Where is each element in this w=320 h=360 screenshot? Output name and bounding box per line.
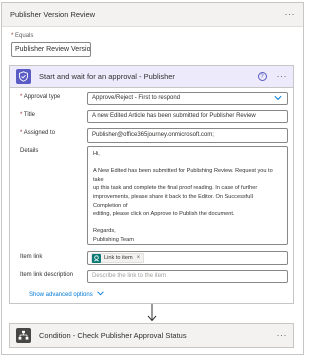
details-label: Details — [20, 148, 39, 154]
required-mark: * — [11, 33, 14, 39]
case-header[interactable]: Publisher Version Review ··· — [2, 3, 303, 27]
details-line: A New Edited has been submitted for Publ… — [93, 168, 273, 183]
remove-token-icon[interactable]: × — [137, 253, 141, 264]
condition-icon — [16, 328, 31, 343]
sharepoint-icon — [92, 253, 101, 263]
token-label: Link to item — [104, 254, 133, 261]
equals-label: * Equals — [11, 33, 34, 39]
item-link-description-label: Item link description — [20, 272, 74, 278]
chevron-down-icon — [97, 291, 104, 298]
details-textarea[interactable]: Hi, A New Edited has been submitted for … — [87, 146, 288, 245]
approval-type-select[interactable]: Approve/Reject - First to respond — [87, 92, 288, 105]
assigned-to-input[interactable]: Publisher@office365journey.onmicrosoft.c… — [87, 128, 288, 143]
approval-action-card: Start and wait for an approval - Publish… — [9, 65, 294, 304]
item-link-description-input[interactable]: Describe the link to the item — [87, 270, 288, 283]
approval-action-title: Start and wait for an approval - Publish… — [39, 72, 175, 81]
case-container: Publisher Version Review ··· * Equals Pu… — [1, 2, 304, 355]
details-line — [93, 219, 282, 228]
details-line: Hi, — [93, 151, 100, 157]
item-link-label: Item link — [20, 254, 43, 260]
approval-type-label: * Approval type — [20, 94, 61, 100]
show-advanced-options-link[interactable]: Show advanced options — [29, 291, 104, 298]
equals-input[interactable]: Publisher Review Version — [11, 42, 91, 57]
case-more-icon[interactable]: ··· — [285, 10, 296, 19]
approval-more-icon[interactable]: ··· — [277, 72, 288, 81]
approval-type-value: Approve/Reject - First to respond — [92, 95, 181, 101]
approval-action-header[interactable]: Start and wait for an approval - Publish… — [10, 66, 293, 88]
help-icon[interactable]: ? — [257, 72, 267, 81]
details-line: improvements, please share it back to th… — [93, 193, 253, 209]
condition-more-icon[interactable]: ··· — [277, 331, 288, 340]
assigned-to-label: * Assigned to — [20, 130, 56, 136]
link-to-item-token[interactable]: Link to item × — [91, 253, 145, 264]
title-label: * Title — [20, 112, 36, 118]
details-line: editing, please click on Approve to Publ… — [93, 211, 235, 218]
details-line — [93, 159, 282, 168]
condition-title: Condition - Check Publisher Approval Sta… — [39, 331, 187, 340]
condition-action-card[interactable]: Condition - Check Publisher Approval Sta… — [9, 323, 294, 348]
item-link-description-placeholder: Describe the link to the item — [92, 273, 167, 279]
case-title: Publisher Version Review — [10, 10, 96, 19]
details-line: up this task and complete the final proo… — [93, 185, 258, 192]
item-link-input[interactable]: Link to item × — [87, 251, 288, 265]
details-line: Publishing Team — [93, 236, 134, 243]
chevron-down-icon — [274, 95, 282, 104]
approval-icon — [16, 69, 31, 84]
title-input[interactable]: A new Edited Article has been submitted … — [87, 110, 288, 123]
details-line: Regards, — [93, 228, 116, 235]
